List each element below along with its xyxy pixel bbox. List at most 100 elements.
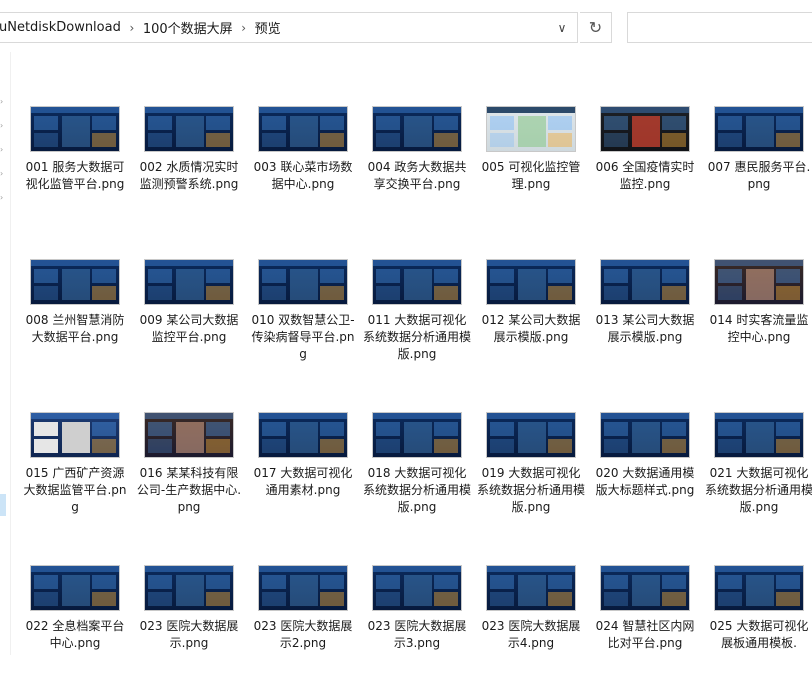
file-name[interactable]: 023 医院大数据展示3.png: [360, 618, 474, 652]
file-item[interactable]: 009 某公司大数据监控平台.png: [132, 251, 246, 391]
pane-splitter[interactable]: [10, 52, 11, 655]
file-item[interactable]: 004 政务大数据共享交换平台.png: [360, 98, 474, 238]
file-name[interactable]: 016 某某科技有限公司-生产数据中心.png: [132, 465, 246, 516]
chevron-right-icon[interactable]: ›: [0, 122, 8, 130]
file-thumbnail[interactable]: [486, 412, 576, 458]
search-input[interactable]: [627, 12, 812, 43]
file-name[interactable]: 018 大数据可视化系统数据分析通用模版.png: [360, 465, 474, 516]
file-item[interactable]: 013 某公司大数据展示模版.png: [588, 251, 702, 391]
file-item[interactable]: 012 某公司大数据展示模版.png: [474, 251, 588, 391]
file-item[interactable]: 023 医院大数据展示2.png: [246, 557, 360, 697]
file-item[interactable]: 003 联心菜市场数据中心.png: [246, 98, 360, 238]
file-thumbnail[interactable]: [144, 259, 234, 305]
file-item[interactable]: 019 大数据可视化系统数据分析通用模版.png: [474, 404, 588, 544]
file-item[interactable]: 020 大数据通用模版大标题样式.png: [588, 404, 702, 544]
file-name[interactable]: 009 某公司大数据监控平台.png: [132, 312, 246, 346]
file-item[interactable]: 010 双数智慧公卫-传染病督导平台.png: [246, 251, 360, 391]
file-thumbnail[interactable]: [600, 106, 690, 152]
file-item[interactable]: 006 全国疫情实时监控.png: [588, 98, 702, 238]
file-name[interactable]: 023 医院大数据展示.png: [132, 618, 246, 652]
file-name[interactable]: 019 大数据可视化系统数据分析通用模版.png: [474, 465, 588, 516]
file-thumbnail[interactable]: [600, 412, 690, 458]
chevron-down-icon[interactable]: ∨: [547, 13, 577, 42]
file-item[interactable]: 022 全息档案平台中心.png: [18, 557, 132, 697]
file-name[interactable]: 014 时实客流量监控中心.png: [702, 312, 812, 346]
file-thumbnail[interactable]: [372, 412, 462, 458]
file-thumbnail[interactable]: [30, 565, 120, 611]
file-name[interactable]: 017 大数据可视化通用素材.png: [246, 465, 360, 499]
refresh-icon[interactable]: ↻: [580, 12, 612, 43]
file-name[interactable]: 025 大数据可视化展板通用模板.: [702, 618, 812, 652]
file-item[interactable]: 015 广西矿产资源大数据监管平台.png: [18, 404, 132, 544]
file-thumbnail[interactable]: [714, 259, 804, 305]
file-thumbnail[interactable]: [486, 565, 576, 611]
file-name[interactable]: 011 大数据可视化系统数据分析通用模版.png: [360, 312, 474, 363]
file-thumbnail[interactable]: [30, 412, 120, 458]
chevron-right-icon[interactable]: ›: [0, 194, 8, 202]
file-item[interactable]: 014 时实客流量监控中心.png: [702, 251, 812, 391]
nav-selected-item[interactable]: [0, 494, 6, 516]
address-bar[interactable]: uNetdiskDownload › 100个数据大屏 › 预览 ∨: [0, 12, 578, 43]
file-item[interactable]: 007 惠民服务平台.png: [702, 98, 812, 238]
file-item[interactable]: 023 医院大数据展示.png: [132, 557, 246, 697]
file-item[interactable]: 001 服务大数据可视化监管平台.png: [18, 98, 132, 238]
file-name[interactable]: 003 联心菜市场数据中心.png: [246, 159, 360, 193]
file-name[interactable]: 022 全息档案平台中心.png: [18, 618, 132, 652]
file-thumbnail[interactable]: [258, 412, 348, 458]
file-name[interactable]: 005 可视化监控管理.png: [474, 159, 588, 193]
file-thumbnail[interactable]: [258, 106, 348, 152]
file-item[interactable]: 011 大数据可视化系统数据分析通用模版.png: [360, 251, 474, 391]
file-item[interactable]: 002 水质情况实时监测预警系统.png: [132, 98, 246, 238]
breadcrumb-item[interactable]: 预览: [251, 18, 285, 37]
file-item[interactable]: 024 智慧社区内网比对平台.png: [588, 557, 702, 697]
file-name[interactable]: 002 水质情况实时监测预警系统.png: [132, 159, 246, 193]
chevron-right-icon[interactable]: ›: [0, 146, 8, 154]
chevron-right-icon[interactable]: ›: [125, 21, 139, 35]
file-name[interactable]: 001 服务大数据可视化监管平台.png: [18, 159, 132, 193]
chevron-right-icon[interactable]: ›: [0, 170, 8, 178]
file-name[interactable]: 024 智慧社区内网比对平台.png: [588, 618, 702, 652]
file-item[interactable]: 023 医院大数据展示3.png: [360, 557, 474, 697]
file-item[interactable]: 005 可视化监控管理.png: [474, 98, 588, 238]
file-name[interactable]: 020 大数据通用模版大标题样式.png: [588, 465, 702, 499]
file-name[interactable]: 015 广西矿产资源大数据监管平台.png: [18, 465, 132, 516]
file-thumbnail[interactable]: [144, 565, 234, 611]
chevron-right-icon[interactable]: ›: [0, 98, 8, 106]
file-name[interactable]: 021 大数据可视化系统数据分析通用模版.png: [702, 465, 812, 516]
file-item[interactable]: 025 大数据可视化展板通用模板.: [702, 557, 812, 697]
file-name[interactable]: 008 兰州智慧消防大数据平台.png: [18, 312, 132, 346]
file-thumbnail[interactable]: [30, 106, 120, 152]
file-thumbnail[interactable]: [144, 106, 234, 152]
file-name[interactable]: 012 某公司大数据展示模版.png: [474, 312, 588, 346]
file-thumbnail[interactable]: [30, 259, 120, 305]
file-thumbnail[interactable]: [144, 412, 234, 458]
file-item[interactable]: 016 某某科技有限公司-生产数据中心.png: [132, 404, 246, 544]
breadcrumb-item[interactable]: 100个数据大屏: [139, 18, 237, 37]
file-item[interactable]: 008 兰州智慧消防大数据平台.png: [18, 251, 132, 391]
file-thumbnail[interactable]: [486, 259, 576, 305]
file-thumbnail[interactable]: [258, 565, 348, 611]
file-name[interactable]: 023 医院大数据展示4.png: [474, 618, 588, 652]
file-thumbnail[interactable]: [600, 565, 690, 611]
file-thumbnail[interactable]: [372, 259, 462, 305]
file-thumbnail[interactable]: [714, 106, 804, 152]
file-thumbnail[interactable]: [372, 106, 462, 152]
file-name[interactable]: 010 双数智慧公卫-传染病督导平台.png: [246, 312, 360, 363]
file-item[interactable]: 021 大数据可视化系统数据分析通用模版.png: [702, 404, 812, 544]
file-name[interactable]: 013 某公司大数据展示模版.png: [588, 312, 702, 346]
file-thumbnail[interactable]: [258, 259, 348, 305]
file-name[interactable]: 006 全国疫情实时监控.png: [588, 159, 702, 193]
chevron-right-icon[interactable]: ›: [237, 21, 251, 35]
file-item[interactable]: 018 大数据可视化系统数据分析通用模版.png: [360, 404, 474, 544]
file-item[interactable]: 023 医院大数据展示4.png: [474, 557, 588, 697]
file-thumbnail[interactable]: [714, 412, 804, 458]
file-thumbnail[interactable]: [714, 565, 804, 611]
file-name[interactable]: 023 医院大数据展示2.png: [246, 618, 360, 652]
file-name[interactable]: 004 政务大数据共享交换平台.png: [360, 159, 474, 193]
file-thumbnail[interactable]: [372, 565, 462, 611]
file-item[interactable]: 017 大数据可视化通用素材.png: [246, 404, 360, 544]
breadcrumb-item[interactable]: uNetdiskDownload: [0, 20, 125, 35]
file-name[interactable]: 007 惠民服务平台.png: [702, 159, 812, 193]
file-thumbnail[interactable]: [600, 259, 690, 305]
file-thumbnail[interactable]: [486, 106, 576, 152]
